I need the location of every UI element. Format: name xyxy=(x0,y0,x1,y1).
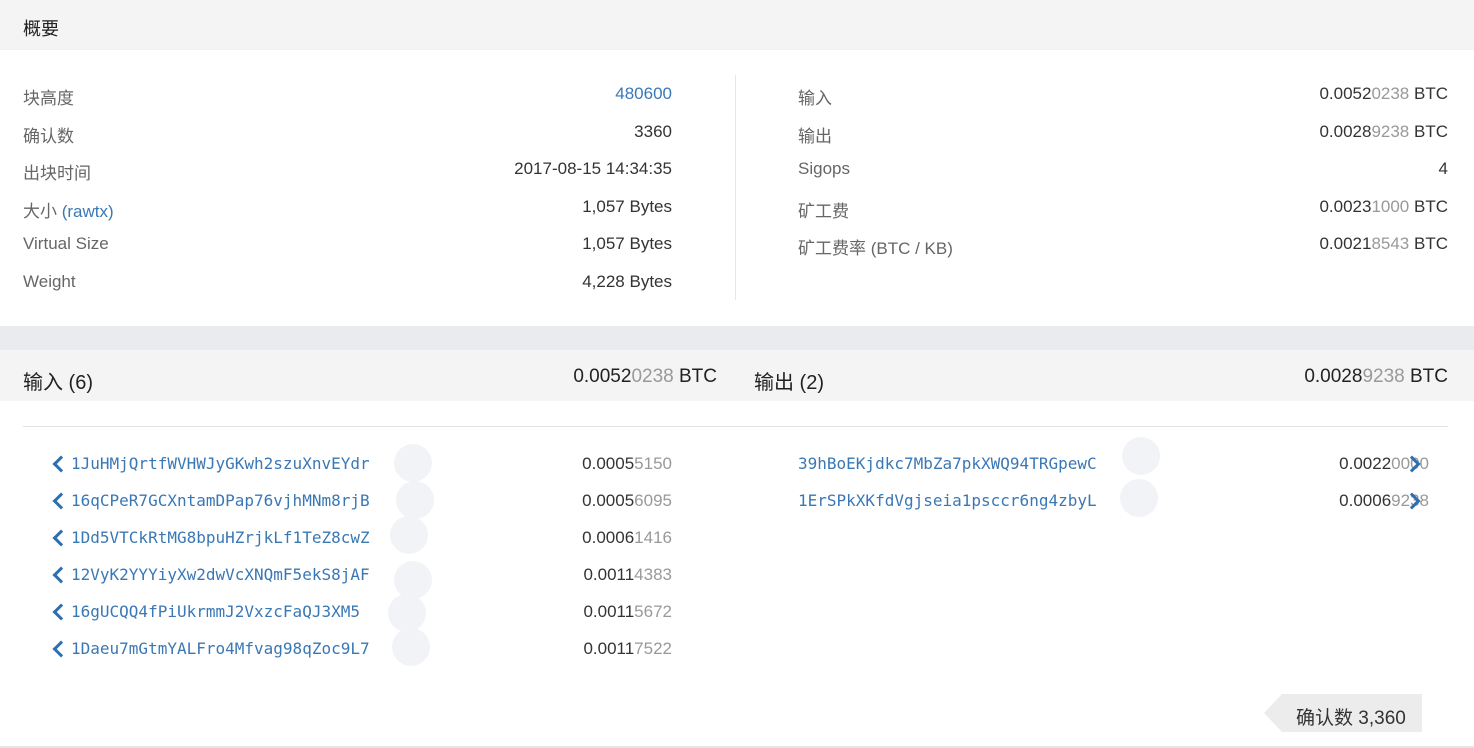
sigops-value: 4 xyxy=(1438,159,1448,178)
io-header xyxy=(0,350,1474,401)
label-confirmations: 确认数 xyxy=(23,127,74,146)
outputs-total-strong: 0.0028 xyxy=(1304,366,1363,387)
output-total-unit: BTC xyxy=(1409,122,1448,141)
outputs-total-light: 9238 xyxy=(1362,366,1405,387)
block-time-value: 2017-08-15 14:34:35 xyxy=(514,159,672,178)
output-total-strong: 0.0028 xyxy=(1319,122,1372,141)
summary-panel xyxy=(0,50,1474,326)
chevron-left-icon[interactable] xyxy=(52,640,70,658)
amount-strong: 0.0006 xyxy=(582,528,635,547)
chevron-left-icon[interactable] xyxy=(52,603,70,621)
input-address-link[interactable]: 1JuHMjQrtfWVHWJyGKwh2szuXnvEYdr xyxy=(71,454,370,473)
confirmations-value: 3360 xyxy=(634,122,672,141)
block-height-link[interactable]: 480600 xyxy=(615,84,672,104)
input-amount: 0.00055150 xyxy=(582,454,672,474)
fee-rate-value: 0.00218543 BTC xyxy=(1319,234,1448,254)
fee-rate-light: 8543 xyxy=(1371,234,1410,253)
input-total-unit: BTC xyxy=(1409,84,1448,103)
amount-light: 5150 xyxy=(634,454,672,473)
chevron-left-icon[interactable] xyxy=(52,455,70,473)
label-weight: Weight xyxy=(23,272,76,291)
input-amount: 0.00115672 xyxy=(583,602,672,622)
outputs-title: 输出 (2) xyxy=(754,372,824,394)
amount-light: 7522 xyxy=(634,639,672,658)
input-address-link[interactable]: 1Daeu7mGtmYALFro4Mfvag98qZoc9L7 xyxy=(71,639,370,658)
inputs-total: 0.00520238 BTC xyxy=(573,366,717,388)
label-block-height: 块高度 xyxy=(23,89,74,108)
confirmations-badge: 确认数 3,360 xyxy=(1264,694,1422,732)
label-fee: 矿工费 xyxy=(798,202,849,221)
redaction-blob xyxy=(390,516,428,554)
input-address-link[interactable]: 1Dd5VTCkRtMG8bpuHZrjkLf1TeZ8cwZ xyxy=(71,528,370,547)
output-total-light: 9238 xyxy=(1371,122,1410,141)
chevron-left-icon[interactable] xyxy=(52,529,70,547)
label-fee-rate: 矿工费率 (BTC / KB) xyxy=(798,239,953,258)
amount-light: 5672 xyxy=(634,602,672,621)
virtual-size-value: 1,057 Bytes xyxy=(582,234,672,253)
label-virtual-size: Virtual Size xyxy=(23,234,109,253)
label-input-total: 输入 xyxy=(798,89,832,108)
redaction-blob xyxy=(396,481,434,519)
chevron-left-icon[interactable] xyxy=(52,492,70,510)
inputs-total-unit: BTC xyxy=(673,366,717,387)
amount-strong: 0.0011 xyxy=(583,602,635,621)
amount-strong: 0.0022 xyxy=(1339,454,1392,473)
output-address-link[interactable]: 1ErSPkXKfdVgjseia1psccr6ng4zbyL xyxy=(798,491,1097,510)
input-address-link[interactable]: 16qCPeR7GCXntamDPap76vjhMNm8rjB xyxy=(71,491,370,510)
redaction-blob xyxy=(392,628,430,666)
fee-light: 1000 xyxy=(1371,197,1410,216)
rawtx-link[interactable]: (rawtx) xyxy=(62,202,114,221)
label-size-text: 大小 xyxy=(23,202,62,221)
redaction-blob xyxy=(394,444,432,482)
size-value: 1,057 Bytes xyxy=(582,197,672,216)
label-block-time: 出块时间 xyxy=(23,164,91,183)
input-total-light: 0238 xyxy=(1371,84,1410,103)
amount-light: 6095 xyxy=(634,491,672,510)
chevron-left-icon[interactable] xyxy=(52,566,70,584)
amount-light: 1416 xyxy=(634,528,672,547)
summary-divider xyxy=(735,75,736,300)
outputs-total: 0.00289238 BTC xyxy=(1304,366,1448,388)
summary-header xyxy=(0,0,1474,50)
output-address-link[interactable]: 39hBoEKjdkc7MbZa7pkXWQ94TRGpewC xyxy=(798,454,1097,473)
input-total-value: 0.00520238 BTC xyxy=(1319,84,1448,104)
inputs-total-light: 0238 xyxy=(631,366,674,387)
fee-unit: BTC xyxy=(1409,197,1448,216)
input-address-link[interactable]: 12VyK2YYYiyXw2dwVcXNQmF5ekS8jAF xyxy=(71,565,370,584)
input-amount: 0.00114383 xyxy=(583,565,672,585)
summary-title: 概要 xyxy=(23,19,59,39)
output-total-value: 0.00289238 BTC xyxy=(1319,122,1448,142)
amount-strong: 0.0006 xyxy=(1339,491,1392,510)
fee-strong: 0.0023 xyxy=(1319,197,1372,216)
amount-strong: 0.0011 xyxy=(583,565,635,584)
input-address-link[interactable]: 16gUCQQ4fPiUkrmmJ2VxzcFaQJ3XM5 xyxy=(71,602,360,621)
label-sigops: Sigops xyxy=(798,159,850,178)
redaction-blob xyxy=(388,594,426,632)
fee-rate-strong: 0.0021 xyxy=(1319,234,1372,253)
amount-strong: 0.0011 xyxy=(583,639,635,658)
amount-strong: 0.0005 xyxy=(582,454,635,473)
inputs-title: 输入 (6) xyxy=(23,372,93,394)
list-divider xyxy=(23,426,1448,427)
amount-light: 4383 xyxy=(634,565,672,584)
redaction-blob xyxy=(1122,437,1160,475)
outputs-total-unit: BTC xyxy=(1404,366,1448,387)
input-amount: 0.00117522 xyxy=(583,639,672,659)
section-separator xyxy=(0,326,1474,350)
redaction-blob xyxy=(394,561,432,599)
input-total-strong: 0.0052 xyxy=(1319,84,1372,103)
input-amount: 0.00056095 xyxy=(582,491,672,511)
confirmations-badge-text: 确认数 3,360 xyxy=(1296,708,1406,729)
amount-strong: 0.0005 xyxy=(582,491,635,510)
fee-value: 0.00231000 BTC xyxy=(1319,197,1448,217)
inputs-total-strong: 0.0052 xyxy=(573,366,632,387)
redaction-blob xyxy=(1120,479,1158,517)
label-output-total: 输出 xyxy=(798,127,832,146)
badge-tip xyxy=(1264,694,1282,732)
weight-value: 4,228 Bytes xyxy=(582,272,672,291)
fee-rate-unit: BTC xyxy=(1409,234,1448,253)
input-amount: 0.00061416 xyxy=(582,528,672,548)
label-size: 大小 (rawtx) xyxy=(23,197,114,222)
